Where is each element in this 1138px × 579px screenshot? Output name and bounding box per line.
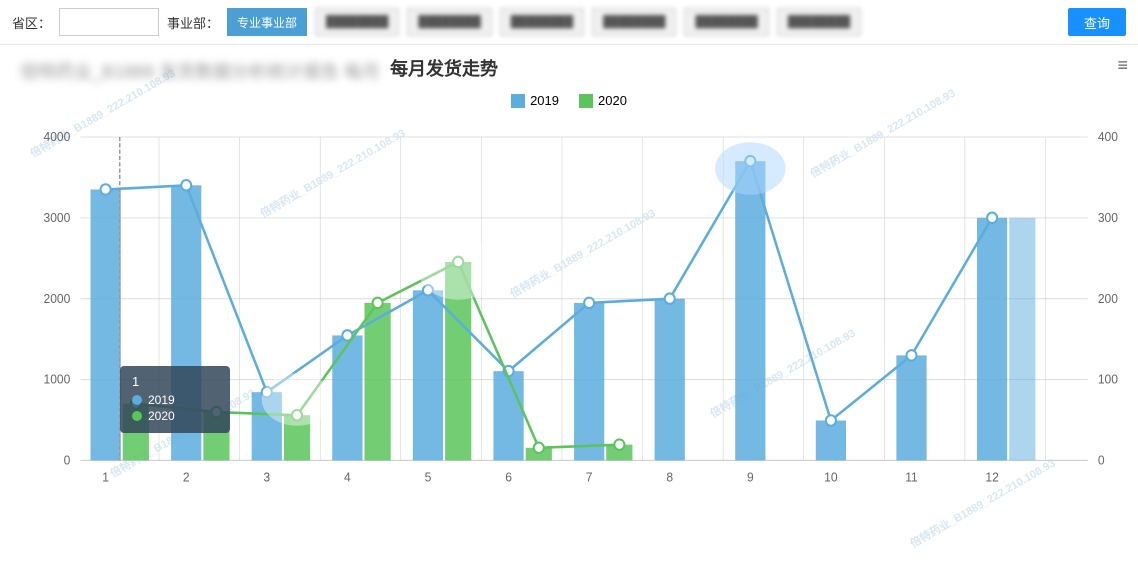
chart-tooltip: 1 2019 2020 — [120, 366, 230, 433]
bar-2019-6 — [493, 371, 523, 460]
chart-svg-area: 4000 3000 2000 1000 0 4000 3000 2000 100… — [20, 116, 1118, 536]
bar-2019-7 — [574, 303, 604, 461]
dot-2019-10 — [826, 415, 836, 426]
chart-container: ≡ 倍特药业_B1889_222.210.108.93 倍特药业_B1889_2… — [0, 45, 1138, 576]
tooltip-label-2019: 2019 — [148, 393, 175, 407]
tooltip-row-2019: 2019 — [132, 393, 218, 407]
chart-legend: 2019 2020 — [20, 93, 1118, 108]
business-select[interactable]: 专业事业部 — [227, 8, 307, 36]
svg-text:2000: 2000 — [44, 292, 71, 306]
dot-2020-7 — [614, 439, 624, 450]
svg-text:2: 2 — [183, 470, 190, 484]
svg-text:6: 6 — [505, 470, 512, 484]
tooltip-dot-2020 — [132, 411, 142, 421]
legend-2020: 2020 — [579, 93, 627, 108]
bar-2020-4 — [365, 303, 391, 461]
chart-title: 每月发货走势 — [390, 55, 578, 81]
dot-2019-2 — [181, 180, 191, 191]
dot-2019-11 — [906, 350, 916, 361]
province-label: 省区： — [12, 13, 51, 32]
tooltip-label-2020: 2020 — [148, 409, 175, 423]
filter-btn-4[interactable]: ████████ — [592, 8, 676, 36]
legend-2019-dot — [511, 94, 525, 108]
chart-title-blur: 倍特药业_B1889 发货数据分析统计报告 每月 — [20, 58, 380, 84]
tooltip-row-2020: 2020 — [132, 409, 218, 423]
dot-2019-1 — [101, 184, 111, 195]
svg-text:0: 0 — [1098, 453, 1105, 467]
dot-2020-4 — [373, 298, 383, 309]
filter-btn-6[interactable]: ████████ — [777, 8, 861, 36]
glow-5 — [418, 237, 499, 300]
legend-2019-label: 2019 — [530, 93, 559, 108]
svg-text:3000: 3000 — [44, 211, 71, 225]
svg-text:3000: 3000 — [1098, 211, 1118, 225]
bar-2020-12 — [1009, 218, 1035, 461]
chart-svg: 4000 3000 2000 1000 0 4000 3000 2000 100… — [20, 116, 1118, 536]
svg-text:4: 4 — [344, 470, 351, 484]
svg-text:12: 12 — [985, 470, 999, 484]
svg-text:1000: 1000 — [1098, 373, 1118, 387]
menu-icon[interactable]: ≡ — [1117, 55, 1128, 76]
svg-text:7: 7 — [586, 470, 593, 484]
filter-btn-2[interactable]: ████████ — [407, 8, 491, 36]
svg-text:11: 11 — [905, 470, 918, 484]
filter-btn-1[interactable]: ████████ — [315, 8, 399, 36]
glow-9 — [715, 142, 786, 195]
dot-2019-12 — [987, 213, 997, 224]
tooltip-dot-2019 — [132, 395, 142, 405]
svg-text:2000: 2000 — [1098, 292, 1118, 306]
legend-2020-dot — [579, 94, 593, 108]
bar-2019-5 — [413, 290, 443, 460]
bar-2019-4 — [332, 335, 362, 460]
svg-text:1: 1 — [102, 470, 109, 484]
glow-3 — [262, 373, 333, 426]
title-row: 倍特药业_B1889 发货数据分析统计报告 每月 每月发货走势 — [20, 55, 1118, 87]
line-2019 — [106, 161, 992, 420]
filter-btn-3[interactable]: ████████ — [500, 8, 584, 36]
bar-2019-12 — [977, 218, 1007, 461]
svg-text:8: 8 — [666, 470, 673, 484]
dot-2019-8 — [665, 293, 675, 304]
svg-text:5: 5 — [425, 470, 432, 484]
query-button[interactable]: 查询 — [1068, 8, 1126, 36]
bar-2019-9 — [735, 161, 765, 460]
legend-2019: 2019 — [511, 93, 559, 108]
bar-2019-11 — [896, 355, 926, 460]
dot-2020-6 — [534, 443, 544, 454]
dot-2019-7 — [584, 298, 594, 309]
tooltip-title: 1 — [132, 374, 218, 389]
svg-text:3: 3 — [263, 470, 270, 484]
business-label: 事业部： — [167, 13, 219, 32]
svg-text:4000: 4000 — [1098, 130, 1118, 144]
svg-text:10: 10 — [824, 470, 838, 484]
bar-2019-1 — [91, 190, 121, 461]
svg-text:1000: 1000 — [44, 373, 71, 387]
bar-2019-8 — [655, 299, 685, 461]
legend-2020-label: 2020 — [598, 93, 627, 108]
svg-text:4000: 4000 — [44, 130, 71, 144]
province-input[interactable] — [59, 8, 159, 36]
top-bar: 省区： 事业部： 专业事业部 ████████ ████████ ███████… — [0, 0, 1138, 45]
svg-text:9: 9 — [747, 470, 754, 484]
svg-text:0: 0 — [64, 453, 71, 467]
filter-btn-5[interactable]: ████████ — [684, 8, 768, 36]
